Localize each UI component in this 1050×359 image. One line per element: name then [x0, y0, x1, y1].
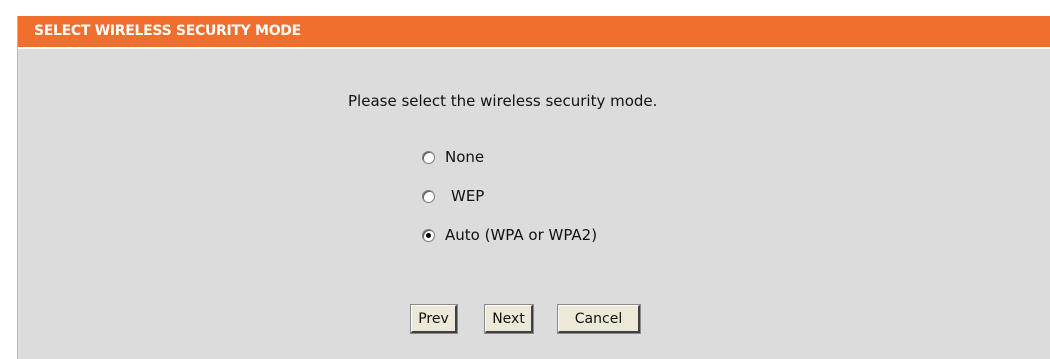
option-none[interactable]: None	[422, 147, 484, 167]
option-none-label: None	[445, 148, 485, 166]
panel-title: SELECT WIRELESS SECURITY MODE	[34, 23, 301, 39]
radio-wep[interactable]	[422, 189, 435, 203]
option-auto-wpa[interactable]: Auto (WPA or WPA2)	[422, 225, 597, 245]
radio-none[interactable]	[422, 150, 435, 164]
prev-button[interactable]: Prev	[410, 304, 458, 334]
option-wep[interactable]: WEP	[422, 186, 484, 206]
option-wep-label: WEP	[451, 187, 485, 205]
security-mode-prompt: Please select the wireless security mode…	[348, 92, 658, 110]
option-auto-wpa-label: Auto (WPA or WPA2)	[445, 226, 598, 244]
panel-header: SELECT WIRELESS SECURITY MODE	[18, 16, 1050, 49]
cancel-button[interactable]: Cancel	[557, 304, 641, 334]
radio-auto-wpa[interactable]	[422, 228, 435, 242]
next-button[interactable]: Next	[484, 304, 534, 334]
wireless-security-panel: SELECT WIRELESS SECURITY MODE Please sel…	[17, 16, 1050, 359]
